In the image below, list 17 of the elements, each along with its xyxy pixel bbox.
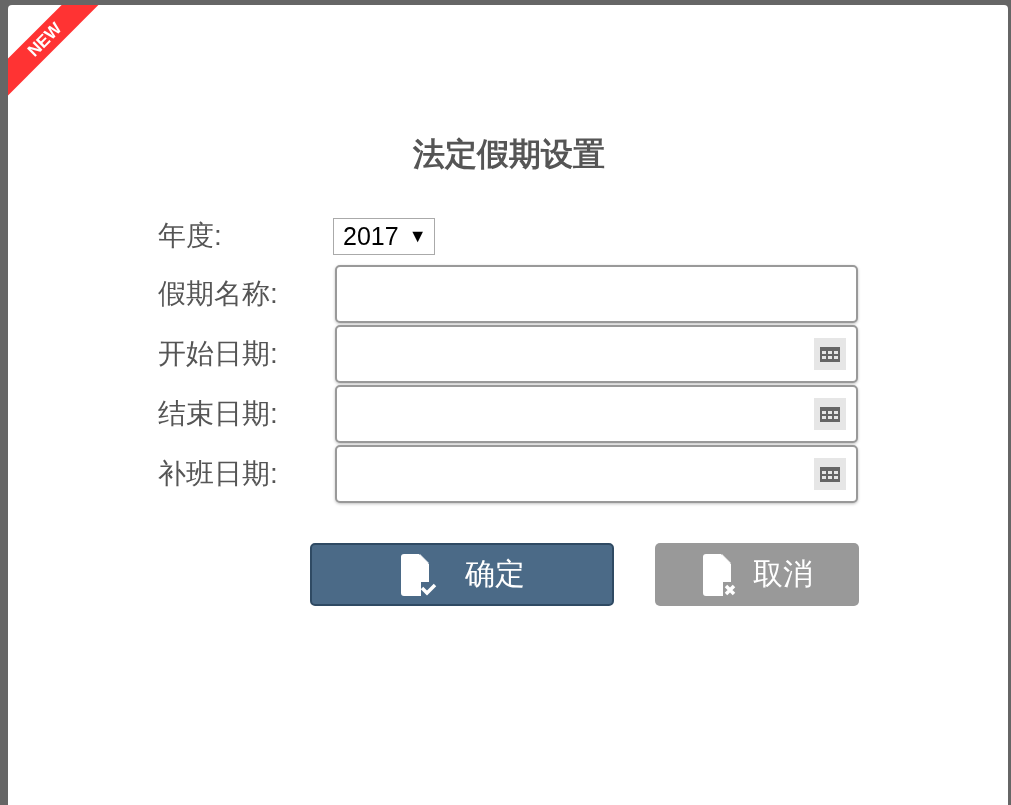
cancel-button[interactable]: 取消 xyxy=(655,543,859,606)
field-label: 补班日期: xyxy=(158,457,279,491)
field-label: 结束日期: xyxy=(158,397,279,431)
dialog-title: 法定假期设置 xyxy=(411,135,606,174)
date-field[interactable] xyxy=(335,325,858,383)
field-label: 年度: xyxy=(158,219,223,253)
year-select[interactable]: 2017 ▼ xyxy=(333,217,436,255)
date-field[interactable] xyxy=(335,385,858,443)
field-label: 开始日期: xyxy=(158,337,279,371)
calendar-icon[interactable] xyxy=(814,338,846,370)
field-label: 假期名称: xyxy=(158,277,279,311)
confirm-button[interactable]: 确定 xyxy=(310,543,614,606)
document-check-icon xyxy=(399,553,437,596)
input-field[interactable] xyxy=(335,265,858,323)
date-field[interactable] xyxy=(335,445,858,503)
calendar-icon[interactable] xyxy=(814,398,846,430)
calendar-icon[interactable] xyxy=(814,458,846,490)
